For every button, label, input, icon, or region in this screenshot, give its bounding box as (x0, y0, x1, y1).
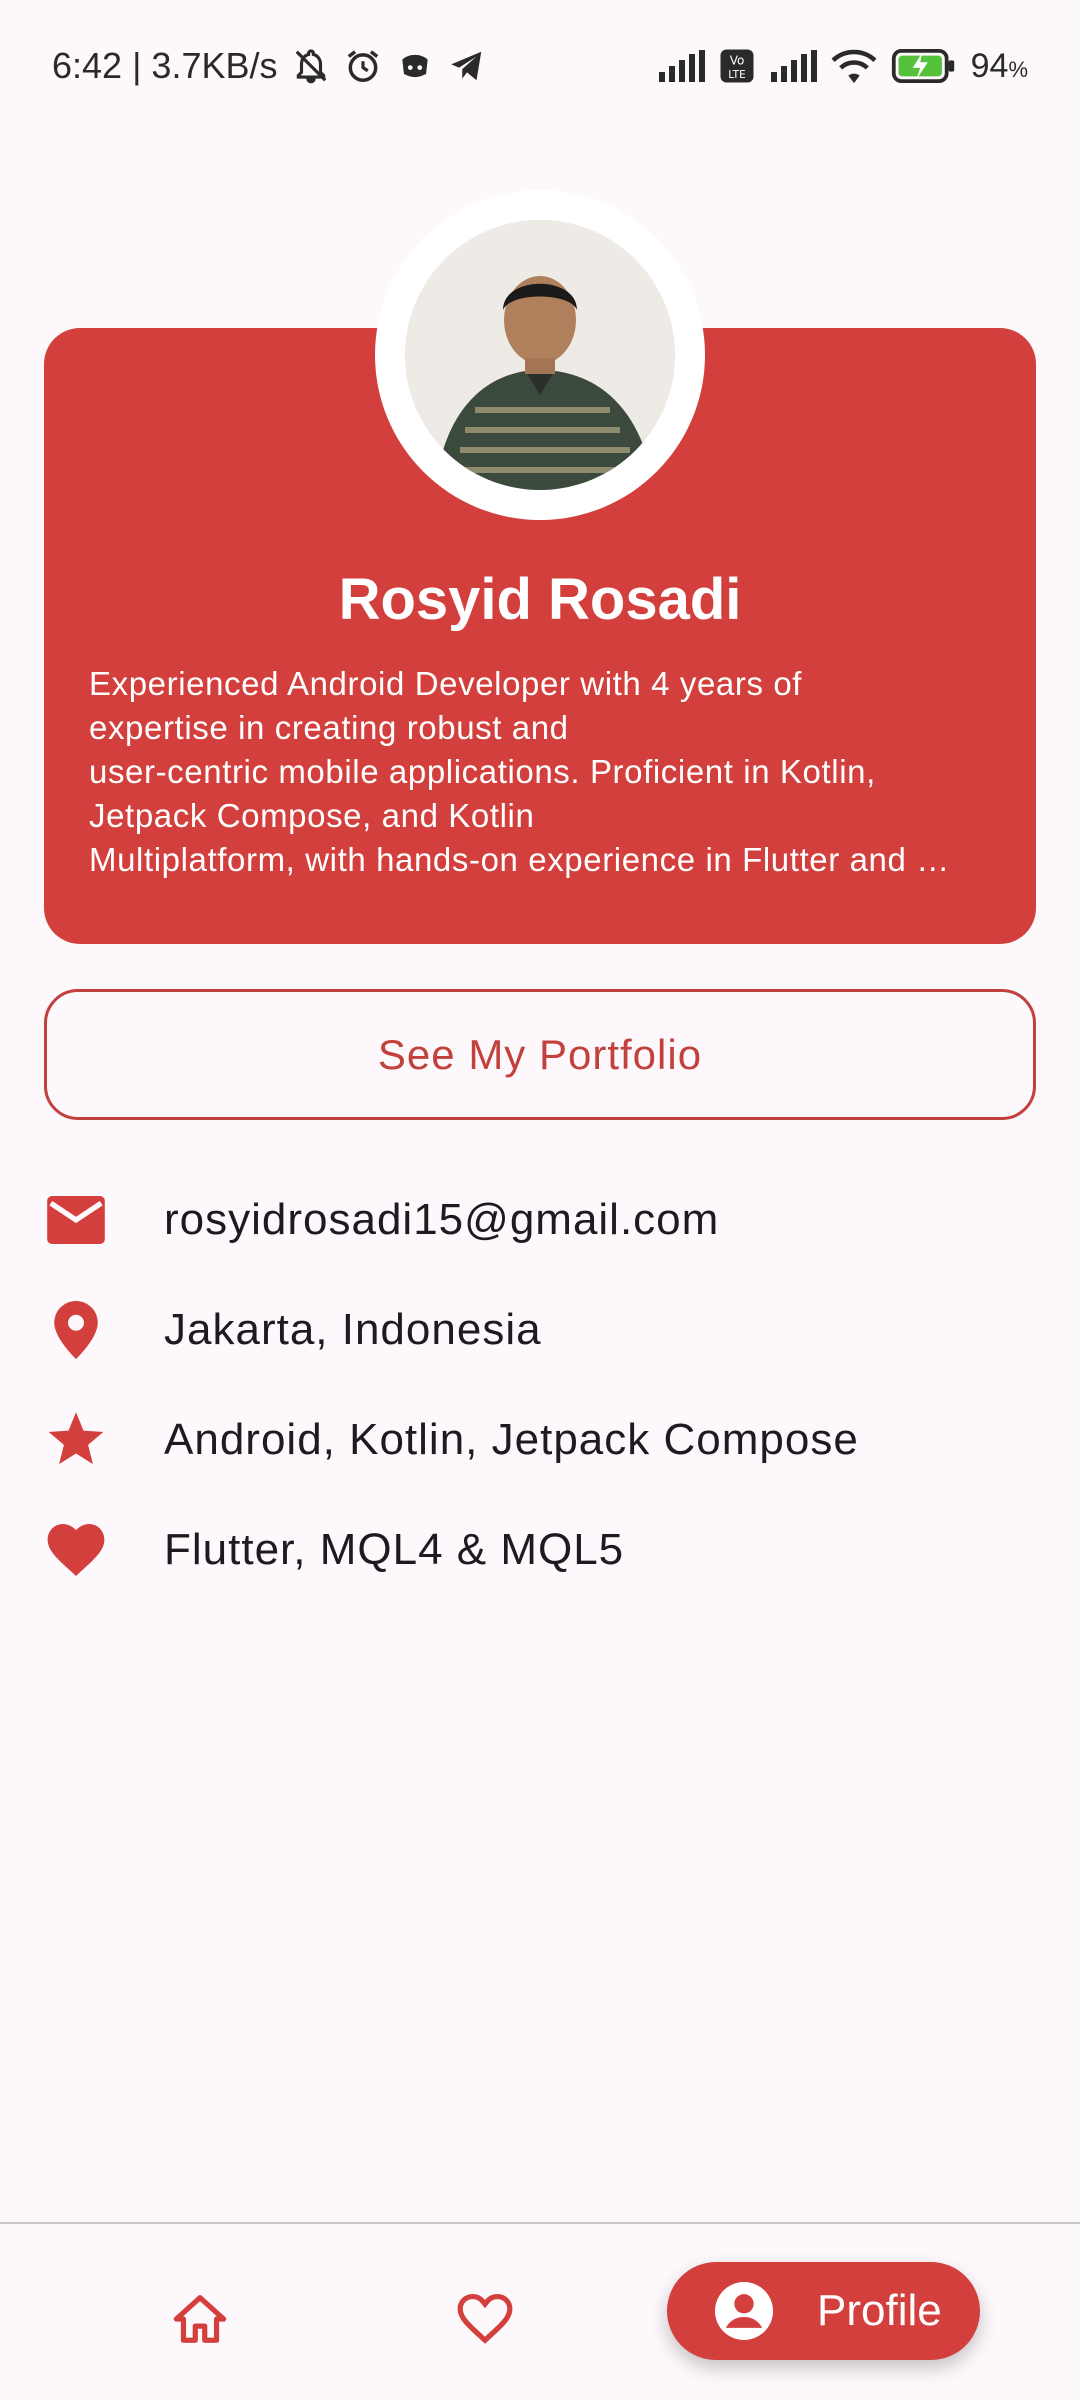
svg-text:Vo: Vo (729, 54, 744, 68)
bio-line: Experienced Android Developer with 4 yea… (89, 665, 803, 702)
status-time-speed: 6:42 | 3.7KB/s (52, 45, 278, 86)
telegram-icon (448, 47, 486, 85)
volte-icon: Vo LTE (719, 48, 755, 84)
bottom-navigation: Profile (0, 2222, 1080, 2400)
list-item: Flutter, MQL4 & MQL5 (44, 1495, 1036, 1605)
see-portfolio-button[interactable]: See My Portfolio (44, 989, 1036, 1120)
avatar-ring (375, 190, 705, 520)
interests-text: Flutter, MQL4 & MQL5 (164, 1525, 625, 1574)
bio-line: user-centric mobile applications. Profic… (89, 753, 876, 790)
email-text: rosyidrosadi15@gmail.com (164, 1195, 720, 1244)
signal-icon (657, 49, 705, 83)
profile-name: Rosyid Rosadi (338, 567, 742, 632)
discord-icon (396, 47, 434, 85)
bio-line: expertise in creating robust and (89, 709, 569, 746)
wifi-icon (831, 47, 877, 85)
avatar-photo (405, 220, 675, 490)
battery-unit: % (1008, 56, 1028, 82)
profile-bio: Experienced Android Developer with 4 yea… (89, 662, 991, 882)
location-pin-icon (44, 1298, 108, 1362)
battery-charging-icon (891, 49, 957, 83)
status-left: 6:42 | 3.7KB/s (52, 45, 486, 87)
nav-profile-label: Profile (817, 2286, 942, 2335)
skills-text: Android, Kotlin, Jetpack Compose (164, 1415, 859, 1464)
status-bar: 6:42 | 3.7KB/s Vo LTE 94% (0, 0, 1080, 132)
mute-bell-icon (292, 47, 330, 85)
heart-icon (44, 1518, 108, 1582)
list-item: Jakarta, Indonesia (44, 1275, 1036, 1385)
battery-value: 94 (970, 46, 1009, 85)
svg-text:LTE: LTE (728, 69, 745, 81)
contact-info-list: rosyidrosadi15@gmail.com Jakarta, Indone… (44, 1165, 1036, 1605)
nav-home[interactable] (160, 2284, 240, 2354)
nav-favorites[interactable] (445, 2284, 525, 2354)
list-item: Android, Kotlin, Jetpack Compose (44, 1385, 1036, 1495)
account-circle-icon (715, 2282, 773, 2340)
heart-outline-icon (457, 2293, 513, 2344)
star-icon (44, 1408, 108, 1472)
email-icon (44, 1188, 108, 1252)
avatar (405, 220, 675, 490)
signal-icon (769, 49, 817, 83)
home-icon (173, 2295, 227, 2343)
status-right: Vo LTE 94% (657, 47, 1028, 86)
alarm-icon (344, 47, 382, 85)
list-item: rosyidrosadi15@gmail.com (44, 1165, 1036, 1275)
battery-level: 94% (971, 47, 1028, 86)
nav-profile[interactable]: Profile (667, 2262, 980, 2360)
bio-line: Jetpack Compose, and Kotlin (89, 797, 535, 834)
location-text: Jakarta, Indonesia (164, 1305, 542, 1354)
bio-line: Multiplatform, with hands-on experience … (89, 841, 950, 878)
